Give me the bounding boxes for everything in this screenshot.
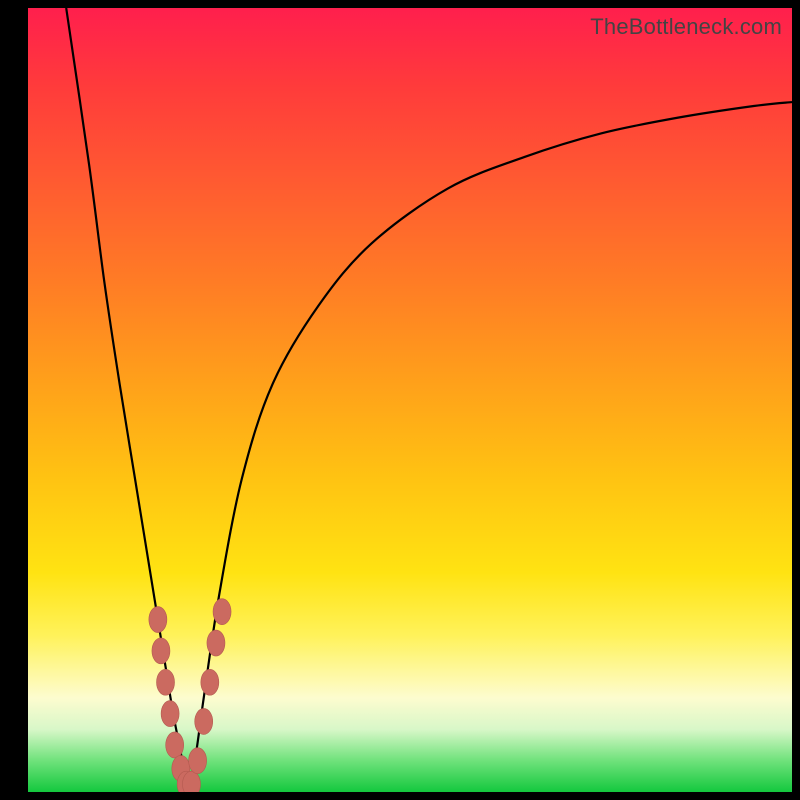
chart-frame: TheBottleneck.com — [0, 0, 800, 800]
bead-marker — [195, 708, 213, 734]
plot-area: TheBottleneck.com — [28, 8, 792, 792]
bead-marker — [201, 669, 219, 695]
bead-marker — [166, 732, 184, 758]
bead-cluster — [149, 599, 231, 792]
bead-marker — [213, 599, 231, 625]
bead-marker — [149, 607, 167, 633]
bead-marker — [207, 630, 225, 656]
bead-marker — [189, 748, 207, 774]
bead-marker — [157, 669, 175, 695]
bead-marker — [152, 638, 170, 664]
bead-marker — [161, 701, 179, 727]
curve-layer — [28, 8, 792, 792]
curve-right-branch — [188, 102, 792, 792]
